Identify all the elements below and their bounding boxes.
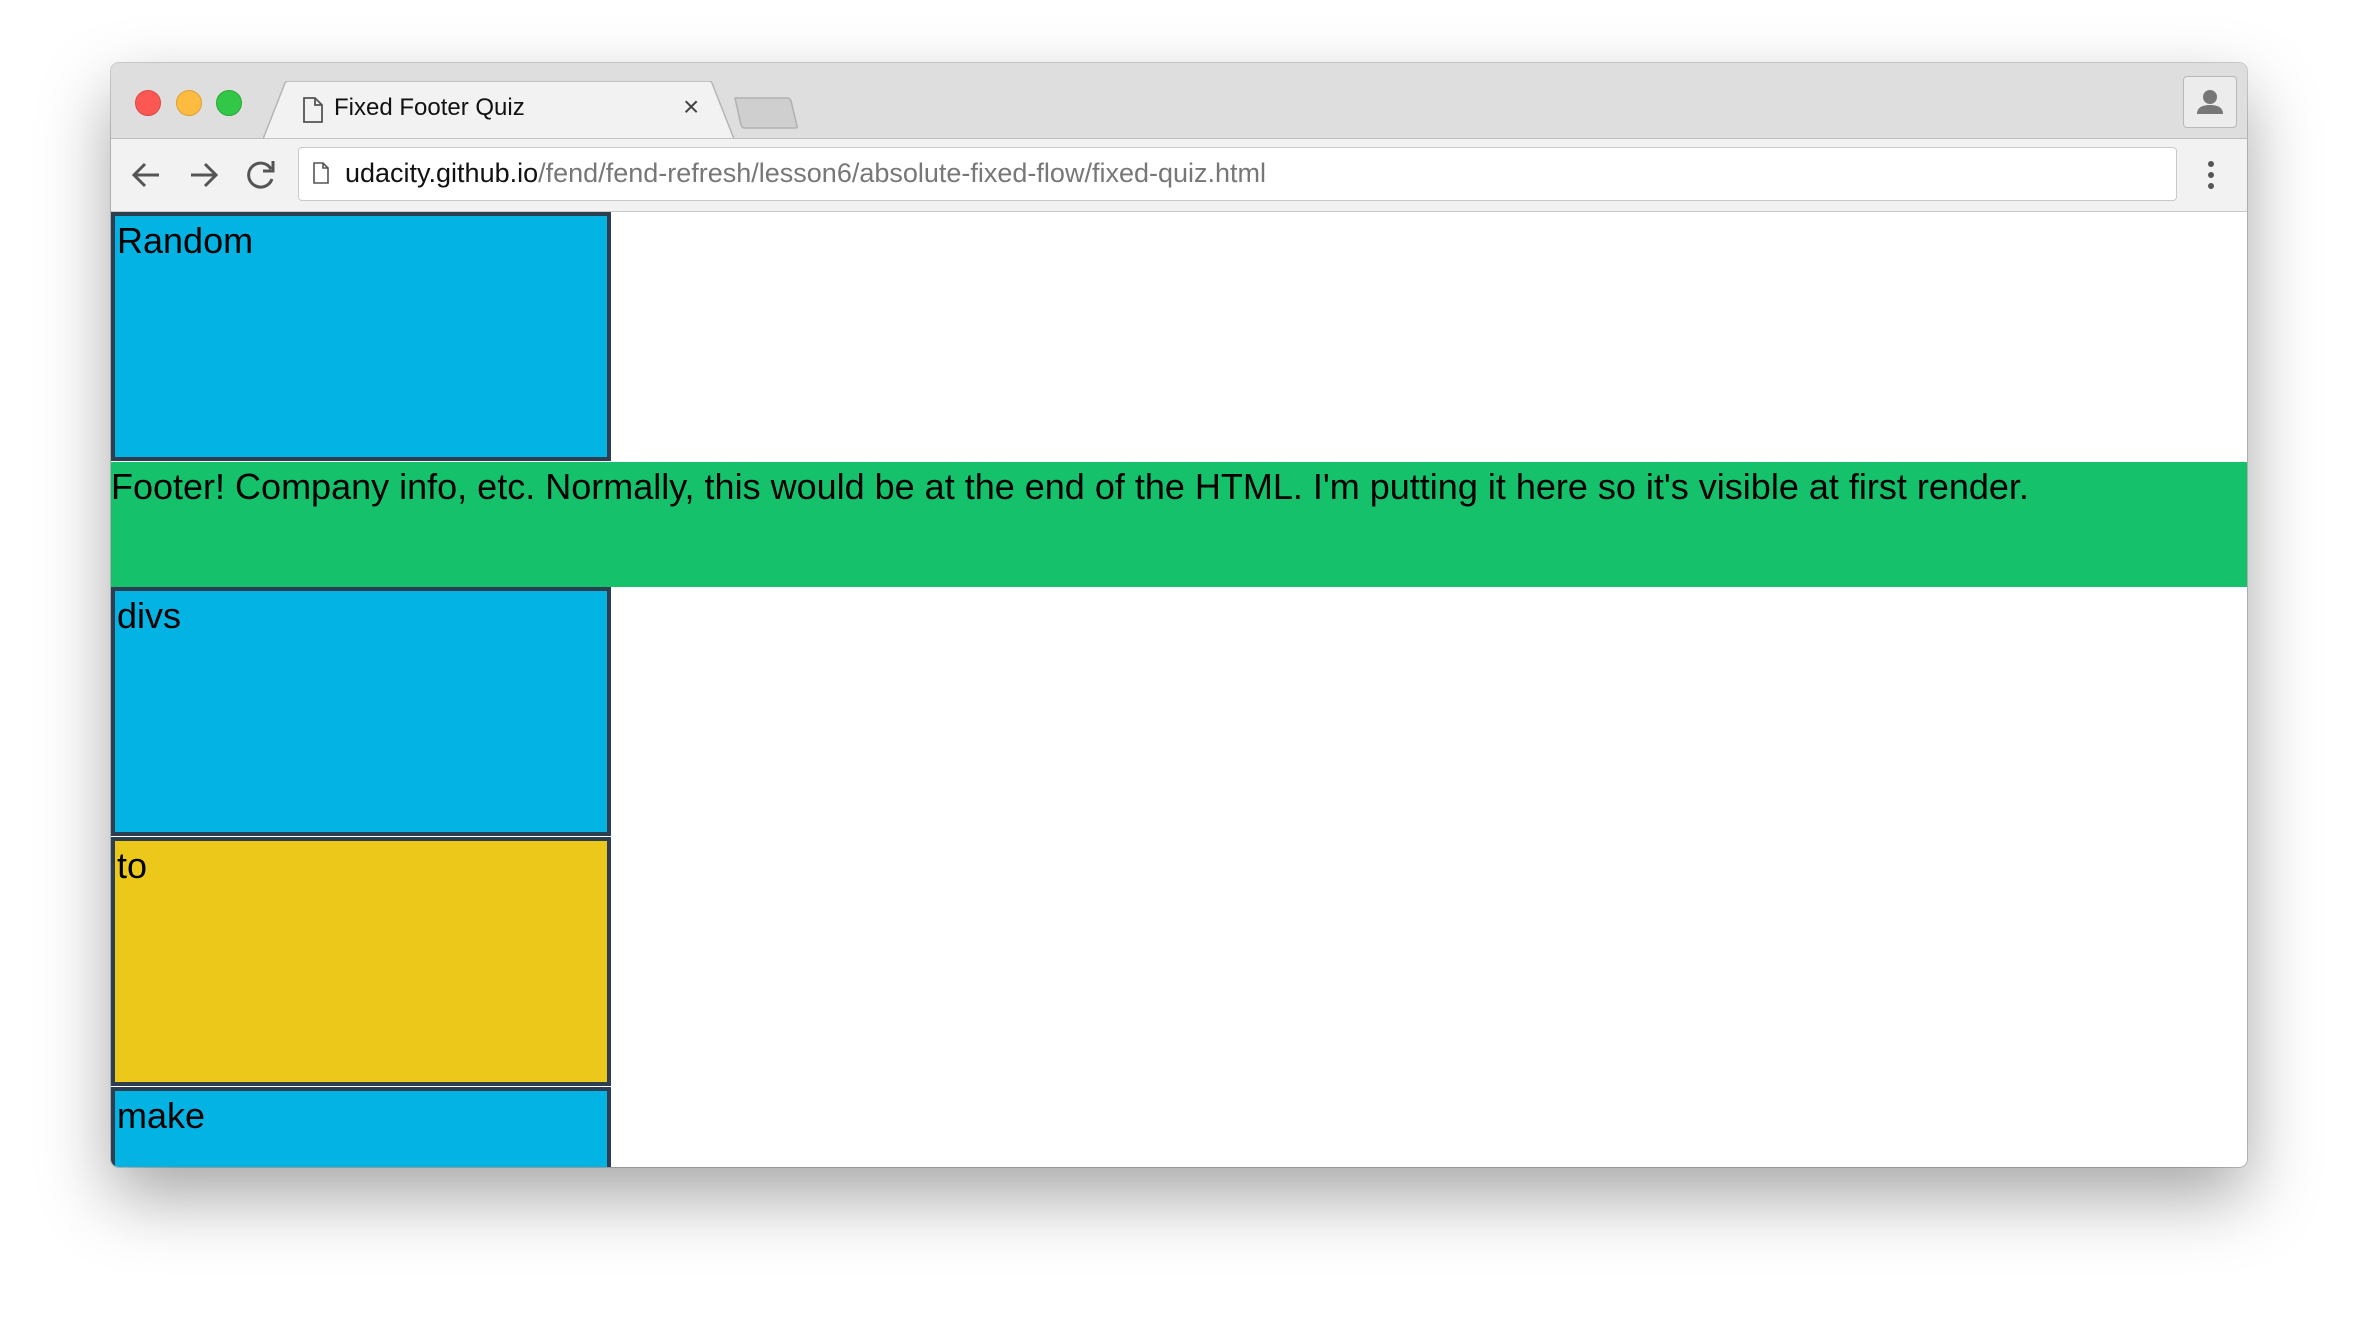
tab-active[interactable]: Fixed Footer Quiz ×: [263, 81, 734, 139]
profile-icon: [2197, 90, 2223, 114]
box-label: Random: [117, 220, 254, 261]
page-content: Random divs to make Footer! Company info…: [111, 212, 2247, 1167]
footer-text: Footer! Company info, etc. Normally, thi…: [111, 466, 2029, 507]
close-icon[interactable]: ×: [683, 91, 699, 123]
box-label: to: [117, 845, 148, 886]
page-icon: [303, 97, 323, 123]
new-tab-button[interactable]: [733, 96, 799, 130]
tab-bar: Fixed Footer Quiz ×: [111, 63, 2247, 139]
back-arrow-icon[interactable]: [127, 155, 167, 195]
menu-dots-icon[interactable]: [2201, 157, 2221, 193]
browser-window: Fixed Footer Quiz × udacity.github.io/fe…: [111, 63, 2247, 1167]
box-to: to: [111, 837, 611, 1086]
close-window-button[interactable]: [135, 90, 161, 116]
minimize-window-button[interactable]: [176, 90, 202, 116]
toolbar: udacity.github.io/fend/fend-refresh/less…: [111, 139, 2247, 212]
forward-arrow-icon[interactable]: [183, 155, 223, 195]
profile-button[interactable]: [2183, 76, 2237, 128]
maximize-window-button[interactable]: [216, 90, 242, 116]
url-text[interactable]: udacity.github.io/fend/fend-refresh/less…: [345, 158, 1266, 189]
tab-title: Fixed Footer Quiz: [334, 94, 525, 121]
box-label: make: [117, 1095, 206, 1136]
box-make: make: [111, 1087, 611, 1167]
url-host: udacity.github.io: [345, 158, 539, 188]
reload-icon[interactable]: [240, 155, 280, 195]
page-icon: [313, 162, 329, 184]
url-path: /fend/fend-refresh/lesson6/absolute-fixe…: [538, 158, 1267, 188]
box-label: divs: [117, 595, 182, 636]
fixed-footer: Footer! Company info, etc. Normally, thi…: [111, 462, 2247, 587]
address-bar[interactable]: udacity.github.io/fend/fend-refresh/less…: [298, 147, 2177, 201]
box-random: Random: [111, 212, 611, 461]
box-divs: divs: [111, 587, 611, 836]
